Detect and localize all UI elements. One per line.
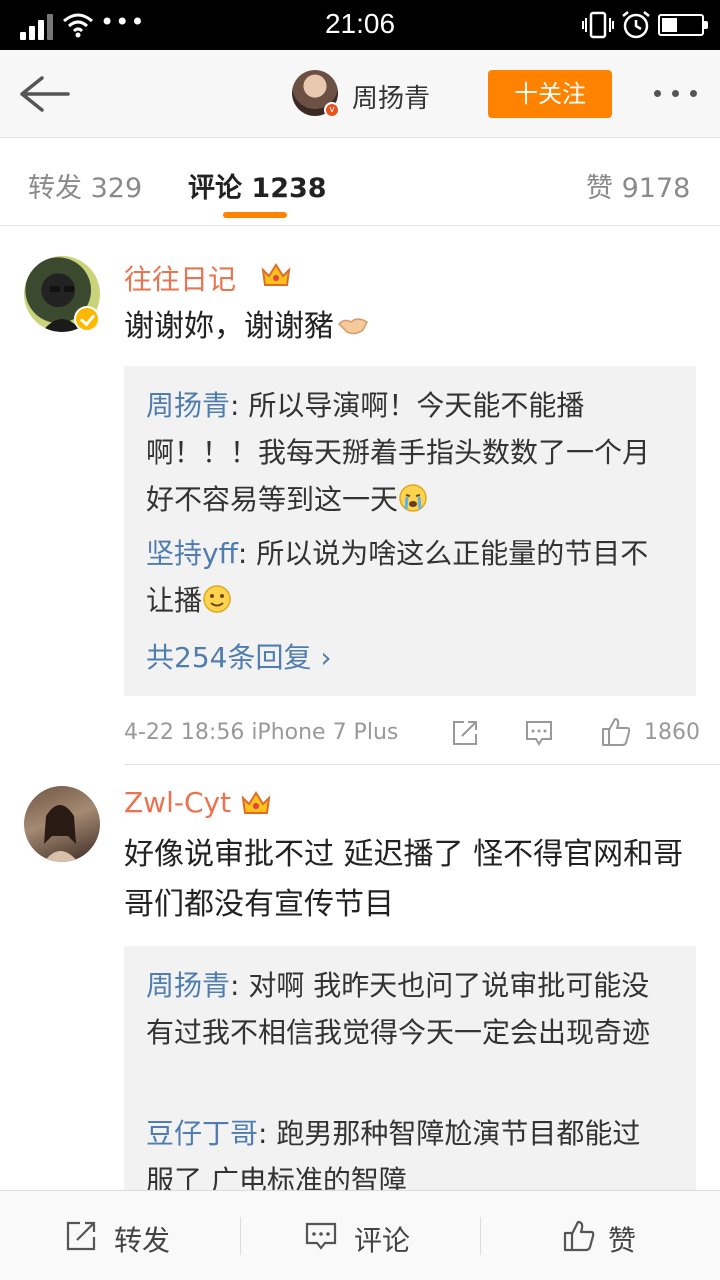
tab-repost-label: 转发 [28, 173, 82, 204]
crown-badge-icon [261, 263, 291, 286]
comment-text-content: 谢谢妳，谢谢豬 [124, 309, 334, 344]
like-button[interactable]: 赞 [480, 1191, 720, 1280]
reply-author[interactable]: 周扬青 [146, 969, 230, 1002]
comment-item: Zwl-Cyt 好像说审批不过 延迟播了 怪不得官网和哥哥们都没有宣传节目 周扬… [0, 766, 720, 1190]
tab-like-count: 9178 [621, 173, 691, 204]
battery-icon [658, 14, 708, 36]
repost-button[interactable]: 转发 [0, 1191, 240, 1280]
repost-label: 转发 [114, 1224, 171, 1257]
active-tab-indicator [223, 212, 287, 218]
comment-icon [305, 1222, 337, 1250]
back-arrow-icon[interactable] [16, 72, 72, 116]
commenter-avatar-image [44, 805, 78, 862]
tab-comment-count: 1238 [251, 173, 327, 204]
bottom-toolbar: 转发 评论 赞 [0, 1190, 720, 1280]
commenter-name[interactable]: Zwl-Cyt [124, 786, 231, 819]
top-nav-bar: v 周扬青 十关注 [0, 50, 720, 138]
crying-emoji-icon [399, 484, 427, 512]
verified-badge-icon: v [324, 102, 340, 118]
reply-item[interactable]: 周扬青: 对啊 我昨天也问了说审批可能没有过我不相信我觉得今天一定会出现奇迹 [146, 962, 676, 1056]
verified-badge-icon [74, 306, 100, 332]
view-all-replies-link[interactable]: 共254条回复 › [146, 636, 332, 676]
tab-comment-label: 评论 [188, 173, 242, 204]
reply-author[interactable]: 坚持yff [146, 537, 238, 570]
vibrate-icon [582, 11, 614, 39]
reply-icon[interactable] [524, 718, 554, 748]
smile-emoji-icon [203, 585, 231, 613]
share-icon[interactable] [450, 718, 480, 748]
alarm-icon [622, 11, 650, 39]
like-count: 1860 [644, 720, 700, 745]
tab-like-label: 赞 [586, 173, 613, 204]
tab-comment[interactable]: 评论 1238 [188, 166, 327, 205]
reply-item[interactable]: 周扬青: 所以导演啊！今天能不能播啊！！！我每天掰着手指头数数了一个月好不容易等… [146, 382, 676, 523]
reply-box[interactable]: 周扬青: 对啊 我昨天也问了说审批可能没有过我不相信我觉得今天一定会出现奇迹 豆… [124, 946, 696, 1190]
author-name[interactable]: 周扬青 [352, 78, 430, 115]
handshake-emoji-icon [337, 318, 368, 335]
commenter-avatar[interactable] [24, 786, 100, 862]
like-label: 赞 [608, 1224, 637, 1257]
comment-text: 谢谢妳，谢谢豬 [124, 302, 696, 352]
repost-icon [66, 1221, 96, 1251]
tab-repost-count: 329 [90, 173, 143, 204]
status-bar: ••• 21:06 [0, 0, 720, 50]
comment-text: 好像说审批不过 延迟播了 怪不得官网和哥哥们都没有宣传节目 [124, 837, 684, 922]
comment-divider [124, 764, 720, 765]
more-options-icon[interactable] [650, 86, 700, 100]
reply-author[interactable]: 豆仔丁哥 [146, 1117, 258, 1150]
reply-item[interactable]: 豆仔丁哥: 跑男那种智障尬演节目都能过 服了 广电标准的智障 [146, 1110, 676, 1190]
like-icon [563, 1220, 595, 1252]
comment-meta: 4-22 18:56 iPhone 7 Plus [124, 720, 399, 745]
battery-level [662, 18, 677, 32]
reply-item[interactable]: 坚持yff: 所以说为啥这么正能量的节目不让播 [146, 530, 676, 624]
comment-button[interactable]: 评论 [240, 1191, 480, 1280]
like-icon[interactable] [600, 716, 632, 748]
commenter-name[interactable]: 往往日记 [124, 258, 236, 298]
reply-author[interactable]: 周扬青 [146, 389, 230, 422]
follow-button[interactable]: 十关注 [488, 70, 612, 118]
comment-item: 往往日记 谢谢妳，谢谢豬 周扬青: 所以导演啊！今天能不能播啊！！！我每天掰着手… [0, 226, 720, 766]
crown-badge-icon [241, 791, 271, 814]
tab-like[interactable]: 赞 9178 [586, 166, 690, 205]
tab-bar: 转发 329 评论 1238 赞 9178 [0, 138, 720, 226]
comment-label: 评论 [354, 1224, 411, 1257]
tab-repost[interactable]: 转发 329 [28, 166, 142, 205]
reply-box[interactable]: 周扬青: 所以导演啊！今天能不能播啊！！！我每天掰着手指头数数了一个月好不容易等… [124, 366, 696, 696]
